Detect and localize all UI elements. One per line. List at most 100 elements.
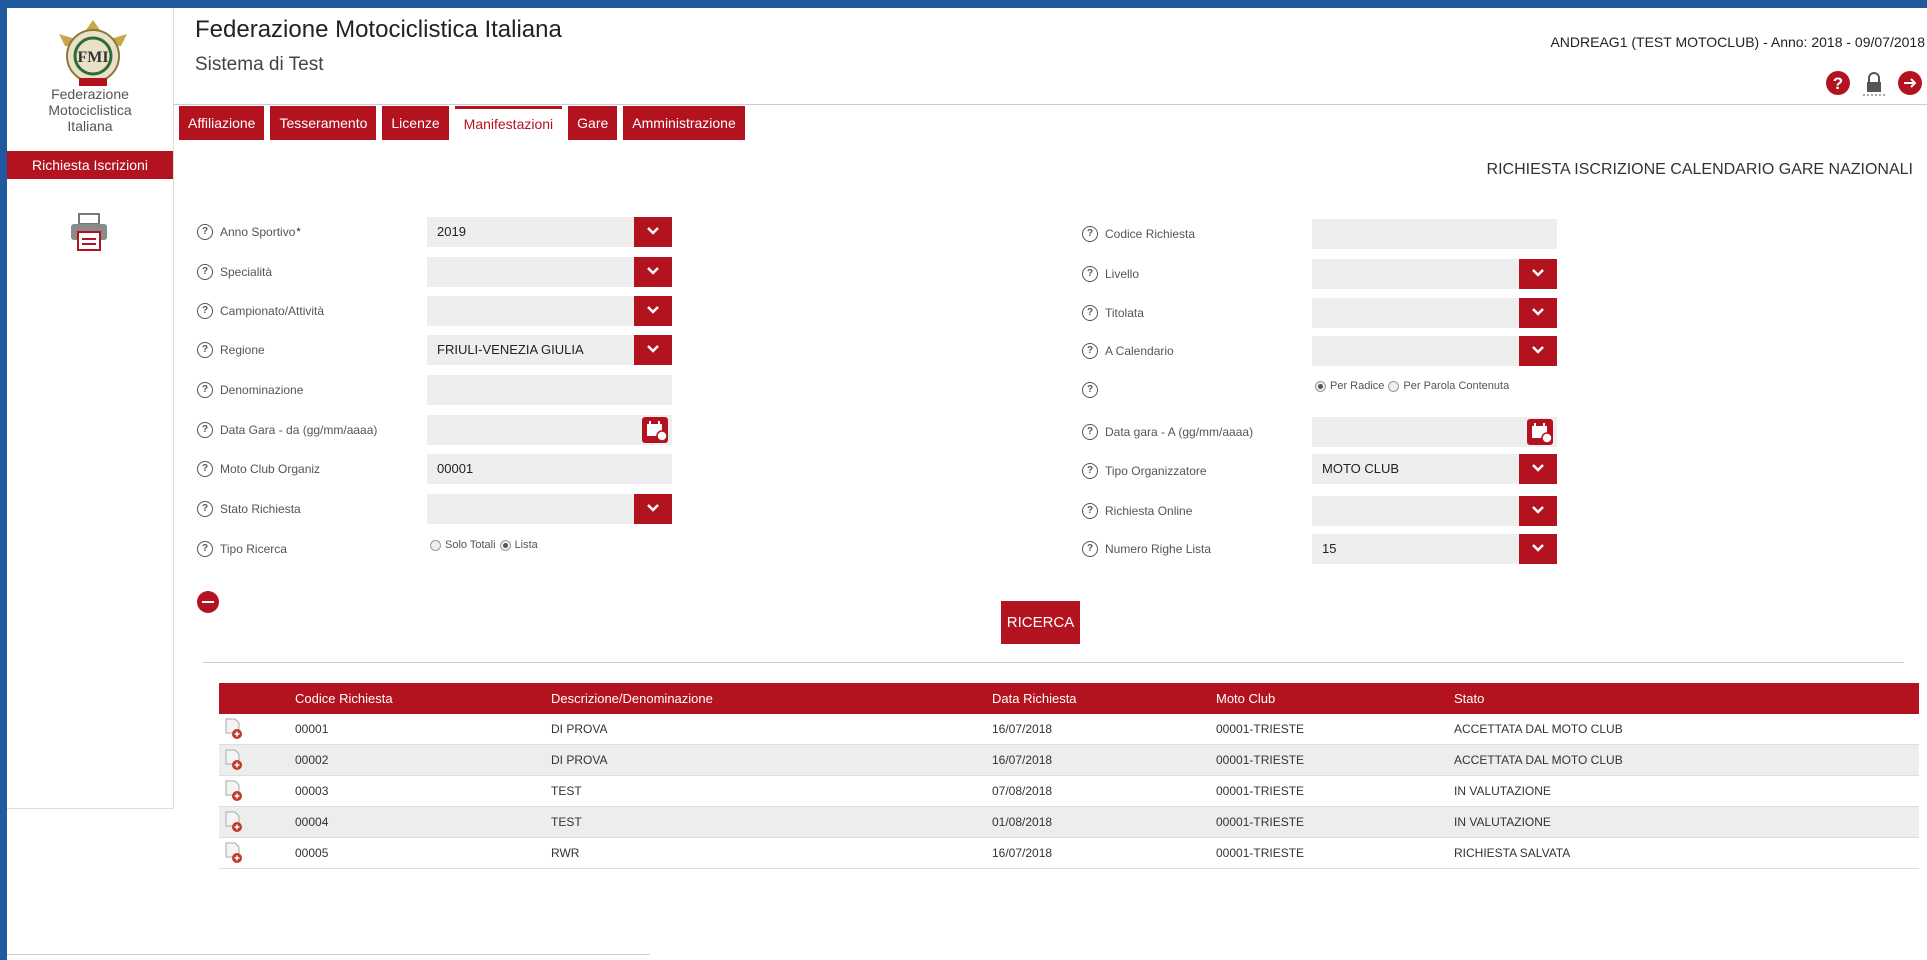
- tab-tesseramento[interactable]: Tesseramento: [270, 106, 377, 140]
- label-text: Campionato/Attività: [220, 304, 325, 318]
- richiesta-online-select[interactable]: [1312, 496, 1557, 526]
- data-gara-a-input[interactable]: [1312, 417, 1557, 447]
- chevron-down-icon[interactable]: [1519, 336, 1557, 366]
- chevron-down-icon[interactable]: [1519, 298, 1557, 328]
- chevron-down-icon[interactable]: [1519, 496, 1557, 526]
- data-gara-da-input[interactable]: [427, 415, 672, 445]
- numero-righe-select[interactable]: 15: [1312, 534, 1557, 564]
- help-icon[interactable]: ?: [197, 224, 213, 240]
- cell-data: 16/07/2018: [992, 744, 1216, 776]
- stato-richiesta-select[interactable]: [427, 494, 672, 524]
- denominazione-input[interactable]: [427, 375, 672, 405]
- help-icon[interactable]: ?: [1082, 503, 1098, 519]
- chevron-down-icon[interactable]: [1519, 534, 1557, 564]
- tab-affiliazione[interactable]: Affiliazione: [179, 106, 265, 140]
- field-label-richiesta-online: ? Richiesta Online: [1082, 496, 1192, 526]
- specialita-select[interactable]: [427, 257, 672, 287]
- help-icon[interactable]: ?: [197, 501, 213, 517]
- field-label-match-mode: ?: [1082, 375, 1105, 405]
- tab-manifestazioni[interactable]: Manifestazioni: [454, 106, 563, 143]
- search-button[interactable]: RICERCA: [1001, 601, 1080, 644]
- help-icon[interactable]: ?: [1082, 541, 1098, 557]
- radio-per-parola-contenuta[interactable]: [1388, 380, 1400, 392]
- field-label-titolata: ? Titolata: [1082, 298, 1144, 328]
- chevron-down-icon[interactable]: [1519, 259, 1557, 289]
- open-document-icon[interactable]: [223, 842, 245, 864]
- moto-club-input[interactable]: 00001: [427, 454, 672, 484]
- open-document-icon[interactable]: [223, 749, 245, 771]
- column-header[interactable]: Data Richiesta: [992, 683, 1216, 714]
- help-icon[interactable]: ?: [1082, 266, 1098, 282]
- user-session-info: ANDREAG1 (TEST MOTOCLUB) - Anno: 2018 - …: [1550, 34, 1925, 50]
- help-icon[interactable]: ?: [1082, 463, 1098, 479]
- help-icon[interactable]: ?: [197, 382, 213, 398]
- calendar-icon[interactable]: [638, 415, 672, 445]
- cell-stato: IN VALUTAZIONE: [1454, 775, 1919, 807]
- collapse-filters-button[interactable]: [197, 591, 219, 613]
- fmi-logo: FMI: [59, 20, 127, 86]
- titolata-select[interactable]: [1312, 298, 1557, 328]
- label-text: Anno Sportivo: [220, 225, 296, 239]
- help-icon[interactable]: ?: [1082, 343, 1098, 359]
- results-table: Codice Richiesta Descrizione/Denominazio…: [219, 683, 1919, 869]
- help-icon[interactable]: ?: [197, 461, 213, 477]
- open-document-icon[interactable]: [223, 718, 245, 740]
- chevron-down-icon[interactable]: [634, 494, 672, 524]
- lock-icon[interactable]: [1861, 70, 1887, 96]
- cell-moto-club: 00001-TRIESTE: [1216, 837, 1454, 869]
- help-icon[interactable]: ?: [1082, 226, 1098, 242]
- table-row[interactable]: 00003 TEST 07/08/2018 00001-TRIESTE IN V…: [219, 775, 1919, 807]
- campionato-select[interactable]: [427, 296, 672, 326]
- chevron-down-icon[interactable]: [634, 296, 672, 326]
- chevron-down-icon[interactable]: [634, 257, 672, 287]
- column-header[interactable]: Codice Richiesta: [295, 683, 551, 714]
- logout-icon[interactable]: [1897, 70, 1923, 96]
- column-header[interactable]: Moto Club: [1216, 683, 1454, 714]
- tipo-organizzatore-select[interactable]: MOTO CLUB: [1312, 454, 1557, 484]
- label-text: Specialità: [220, 265, 273, 279]
- help-icon[interactable]: ?: [197, 303, 213, 319]
- radio-lista[interactable]: [499, 539, 511, 551]
- table-row[interactable]: 00005 RWR 16/07/2018 00001-TRIESTE RICHI…: [219, 837, 1919, 869]
- field-label-numero-righe: ? Numero Righe Lista: [1082, 534, 1211, 564]
- cell-stato: ACCETTATA DAL MOTO CLUB: [1454, 744, 1919, 776]
- select-value: FRIULI-VENEZIA GIULIA: [437, 342, 584, 357]
- cell-stato: RICHIESTA SALVATA: [1454, 837, 1919, 869]
- tab-gare[interactable]: Gare: [568, 106, 618, 140]
- help-icon[interactable]: ?: [197, 541, 213, 557]
- help-icon[interactable]: ?: [1082, 305, 1098, 321]
- tab-amministrazione[interactable]: Amministrazione: [623, 106, 745, 140]
- table-row[interactable]: 00004 TEST 01/08/2018 00001-TRIESTE IN V…: [219, 806, 1919, 838]
- required-marker: *: [296, 226, 301, 238]
- anno-sportivo-select[interactable]: 2019: [427, 217, 672, 247]
- chevron-down-icon[interactable]: [1519, 454, 1557, 484]
- open-document-icon[interactable]: [223, 780, 245, 802]
- radio-solo-totali[interactable]: [430, 539, 441, 551]
- sidebar-item-richiesta-iscrizioni[interactable]: Richiesta Iscrizioni: [7, 151, 173, 179]
- tab-licenze[interactable]: Licenze: [382, 106, 449, 140]
- printer-icon[interactable]: [67, 210, 111, 254]
- table-row[interactable]: 00002 DI PROVA 16/07/2018 00001-TRIESTE …: [219, 744, 1919, 776]
- column-header[interactable]: Stato: [1454, 683, 1919, 714]
- chevron-down-icon[interactable]: [634, 335, 672, 365]
- column-header[interactable]: Descrizione/Denominazione: [551, 683, 992, 714]
- regione-select[interactable]: FRIULI-VENEZIA GIULIA: [427, 335, 672, 365]
- help-icon[interactable]: ?: [1825, 70, 1851, 96]
- radio-per-radice[interactable]: [1315, 380, 1326, 392]
- table-row[interactable]: 00001 DI PROVA 16/07/2018 00001-TRIESTE …: [219, 714, 1919, 745]
- livello-select[interactable]: [1312, 259, 1557, 289]
- open-document-icon[interactable]: [223, 811, 245, 833]
- help-icon[interactable]: ?: [197, 342, 213, 358]
- a-calendario-select[interactable]: [1312, 336, 1557, 366]
- match-mode-radio-group: Per Radice Per Parola Contenuta: [1315, 371, 1509, 401]
- help-icon[interactable]: ?: [197, 264, 213, 280]
- help-icon[interactable]: ?: [197, 422, 213, 438]
- table-header-row: Codice Richiesta Descrizione/Denominazio…: [219, 683, 1919, 714]
- help-icon[interactable]: ?: [1082, 424, 1098, 440]
- calendar-icon[interactable]: [1523, 417, 1557, 447]
- codice-richiesta-input[interactable]: [1312, 219, 1557, 249]
- help-icon[interactable]: ?: [1082, 382, 1098, 398]
- cell-codice: 00003: [295, 775, 551, 807]
- field-label-data-gara-a: ? Data gara - A (gg/mm/aaaa): [1082, 417, 1253, 447]
- chevron-down-icon[interactable]: [634, 217, 672, 247]
